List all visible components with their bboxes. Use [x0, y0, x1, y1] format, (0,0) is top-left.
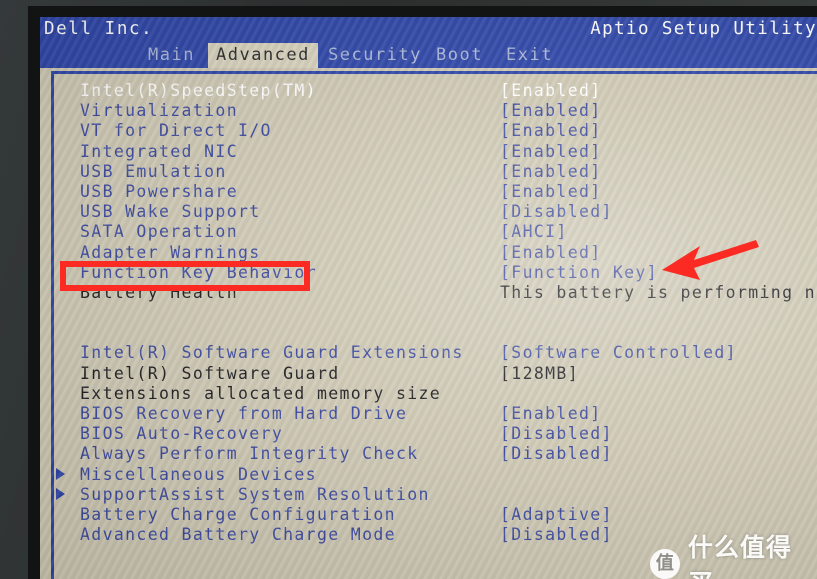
settings-row[interactable]: Intel(R) Software Guard Extensions [Softw…: [80, 343, 817, 363]
settings-row-label: Integrated NIC: [80, 141, 238, 161]
vendor-title: Dell Inc.: [44, 19, 154, 39]
settings-row[interactable]: Adapter Warnings [Enabled]: [80, 243, 817, 263]
settings-row-value[interactable]: [Software Controlled]: [500, 343, 737, 362]
settings-row[interactable]: Miscellaneous Devices: [56, 464, 817, 485]
settings-row[interactable]: USB Emulation [Enabled]: [80, 162, 817, 182]
settings-row-label: Advanced Battery Charge Mode: [80, 525, 396, 545]
settings-row-label: SATA Operation: [80, 222, 238, 242]
settings-row-value[interactable]: [Disabled]: [500, 424, 613, 443]
settings-row-value[interactable]: [Function Key]: [500, 263, 658, 282]
settings-row-value[interactable]: [Enabled]: [500, 142, 602, 161]
settings-row-value[interactable]: [Adaptive]: [500, 505, 613, 524]
settings-row-value[interactable]: [Enabled]: [500, 121, 602, 140]
settings-row-value[interactable]: [AHCI]: [500, 222, 568, 241]
settings-row-label: SupportAssist System Resolution: [80, 484, 430, 504]
settings-row[interactable]: Function Key Behavior [Function Key]: [80, 263, 817, 283]
bios-header-bar: Dell Inc. Aptio Setup Utility: [40, 17, 817, 43]
settings-row-value[interactable]: [128MB]: [500, 364, 579, 383]
settings-row[interactable]: Always Perform Integrity Check [Disabled]: [80, 444, 817, 464]
settings-row[interactable]: Battery Charge Configuration [Adaptive]: [80, 505, 817, 525]
settings-row-label: BIOS Recovery from Hard Drive: [80, 404, 408, 423]
settings-row-label: Miscellaneous Devices: [80, 464, 317, 484]
settings-row-label: Intel(R) Software Guard Extensions: [80, 343, 464, 363]
settings-row-value[interactable]: [Disabled]: [500, 525, 613, 544]
settings-row-label: USB Powershare: [80, 181, 238, 201]
bios-screen-photo: Dell Inc. Aptio Setup Utility Main Advanc…: [0, 0, 817, 579]
settings-row-label: USB Emulation: [80, 161, 227, 181]
settings-row[interactable]: Intel(R)SpeedStep(TM) [Enabled]: [80, 81, 817, 101]
settings-row-value[interactable]: [Disabled]: [500, 444, 613, 463]
settings-row[interactable]: SupportAssist System Resolution: [56, 484, 817, 505]
settings-row[interactable]: SATA Operation [AHCI]: [80, 222, 817, 242]
watermark-text: 什么值得买: [687, 533, 792, 579]
submenu-chevron-right-icon: [56, 487, 65, 500]
settings-row-label: VT for Direct I/O: [80, 121, 272, 141]
settings-row[interactable]: USB Wake Support [Disabled]: [80, 202, 817, 222]
tab-security[interactable]: Security: [320, 43, 430, 68]
tab-exit[interactable]: Exit: [498, 43, 561, 68]
settings-row-value[interactable]: [Enabled]: [500, 243, 602, 262]
utility-title: Aptio Setup Utility: [590, 19, 817, 39]
settings-list: Intel(R)SpeedStep(TM) [Enabled] Virtualiza…: [56, 81, 817, 545]
tab-main[interactable]: Main: [140, 43, 203, 68]
settings-row-value[interactable]: [Enabled]: [500, 182, 602, 201]
settings-row-value[interactable]: [Disabled]: [500, 202, 613, 221]
tab-bar: Main Advanced Security Boot Exit: [40, 43, 817, 68]
settings-row-value[interactable]: This battery is performing n: [500, 283, 816, 302]
settings-row[interactable]: Virtualization [Enabled]: [80, 101, 817, 121]
settings-row-label: Intel(R)SpeedStep(TM): [80, 81, 317, 100]
settings-row-label: Battery Health: [80, 282, 238, 302]
settings-row-value[interactable]: [Enabled]: [500, 162, 602, 181]
settings-row-value[interactable]: [Enabled]: [500, 404, 602, 423]
settings-row-label: USB Wake Support: [80, 202, 261, 222]
settings-row-label: Extensions allocated memory size: [80, 383, 442, 403]
tab-boot[interactable]: Boot: [428, 43, 491, 68]
settings-row-label: BIOS Auto-Recovery: [80, 424, 284, 444]
settings-row[interactable]: USB Powershare [Enabled]: [80, 182, 817, 202]
settings-row[interactable]: Intel(R) Software Guard [128MB]: [80, 364, 817, 384]
settings-row-label: Function Key Behavior: [80, 262, 317, 282]
bios-screen: Dell Inc. Aptio Setup Utility Main Advanc…: [40, 17, 817, 579]
settings-row[interactable]: BIOS Recovery from Hard Drive [Enabled]: [80, 404, 817, 424]
settings-row-value[interactable]: [Enabled]: [500, 101, 602, 120]
settings-row-label: Always Perform Integrity Check: [80, 444, 419, 464]
settings-row[interactable]: Extensions allocated memory size: [80, 384, 817, 404]
tab-advanced[interactable]: Advanced: [208, 43, 318, 68]
settings-row[interactable]: BIOS Auto-Recovery [Disabled]: [80, 424, 817, 444]
settings-row-label: Adapter Warnings: [80, 242, 261, 262]
watermark-badge-icon: 值: [650, 549, 680, 579]
settings-row[interactable]: VT for Direct I/O [Enabled]: [80, 121, 817, 141]
settings-row[interactable]: Battery Health This battery is performing…: [80, 283, 817, 303]
site-watermark: 值 什么值得买: [650, 528, 817, 579]
settings-row-label: Intel(R) Software Guard: [80, 363, 340, 383]
settings-row-label: Virtualization: [80, 101, 238, 121]
submenu-chevron-right-icon: [56, 467, 65, 480]
settings-row-value[interactable]: [Enabled]: [500, 81, 602, 100]
settings-row-label: Battery Charge Configuration: [80, 504, 396, 524]
settings-row[interactable]: Integrated NIC [Enabled]: [80, 142, 817, 162]
